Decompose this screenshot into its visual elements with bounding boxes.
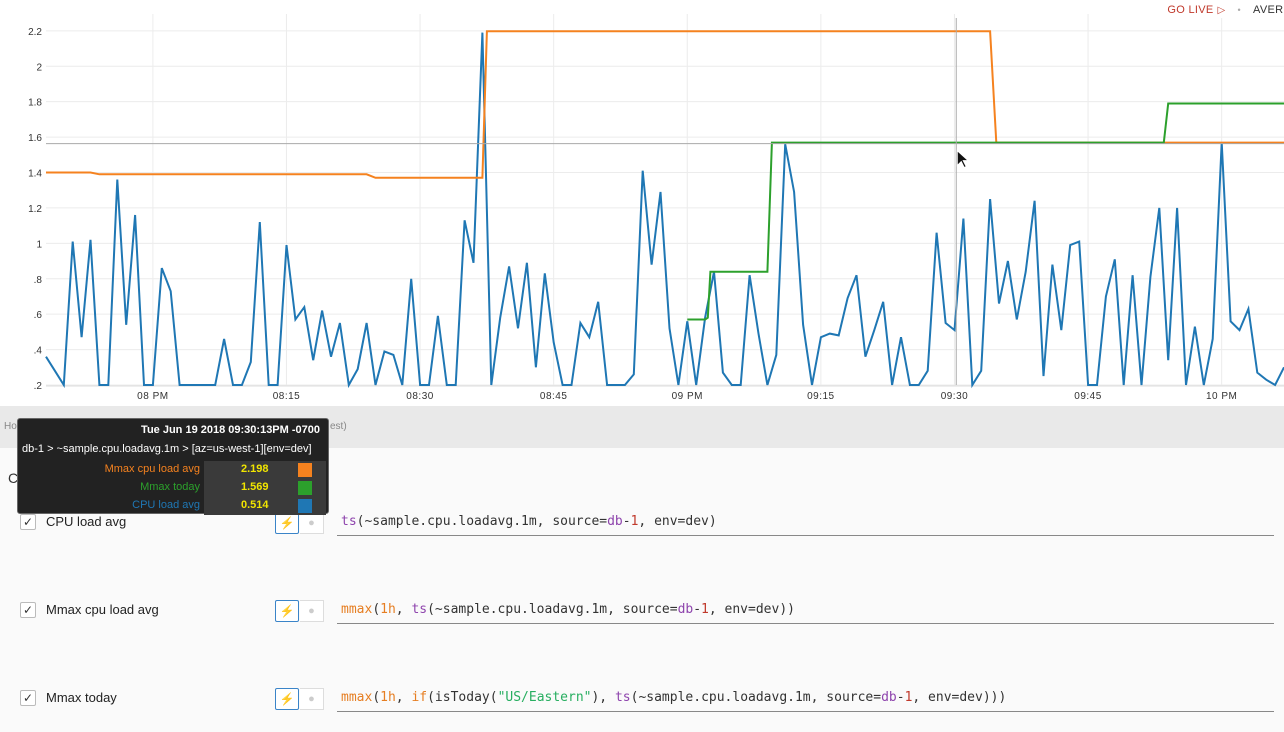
tooltip-table: Mmax cpu load avg 2.198 Mmax today 1.569… — [21, 461, 326, 515]
y-tick-label: 1 — [36, 239, 42, 250]
tooltip-row: Mmax today 1.569 — [21, 479, 326, 497]
legend-bar-right-text: est) — [330, 421, 347, 432]
tooltip-series-value: 2.198 — [241, 463, 269, 475]
query-expression-input[interactable]: ts(~sample.cpu.loadavg.1m, source=db-1, … — [337, 512, 1274, 536]
x-tick-label: 08 PM — [137, 391, 168, 402]
expression-token: (isToday( — [427, 690, 498, 705]
query-name[interactable]: Mmax today — [46, 690, 117, 705]
x-tick-label: 09:15 — [807, 391, 835, 402]
legend-bar-left-text: Ho — [4, 421, 17, 432]
bolt-icon[interactable]: ⚡ — [275, 512, 299, 534]
expression-token: 1 — [701, 602, 709, 617]
query-name[interactable]: CPU load avg — [46, 514, 126, 529]
y-tick-label: .6 — [34, 310, 43, 321]
expression-token: (~sample.cpu.loadavg.1m, source= — [630, 690, 882, 705]
y-tick-label: .8 — [34, 275, 43, 286]
tooltip-color-swatch — [298, 481, 312, 495]
x-tick-label: 10 PM — [1206, 391, 1237, 402]
y-tick-label: 1.6 — [28, 133, 42, 144]
expression-token: ), — [591, 690, 615, 705]
series-line-mmax-cpu-load-avg — [46, 30, 1284, 179]
tooltip-series-value: 1.569 — [241, 481, 269, 493]
expression-token: , — [395, 602, 412, 617]
x-tick-label: 08:45 — [540, 391, 568, 402]
y-tick-label: .4 — [34, 346, 43, 357]
go-live-label: GO LIVE — [1167, 4, 1214, 16]
expression-token: ts — [614, 690, 631, 705]
query-expression-input[interactable]: mmax(1h, if(isToday("US/Eastern"), ts(~s… — [337, 688, 1274, 712]
tooltip-series-name: CPU load avg — [132, 499, 200, 511]
y-tick-label: 2 — [36, 62, 42, 73]
expression-token: ts — [341, 514, 357, 529]
expression-token: (~sample.cpu.loadavg.1m, source= — [356, 514, 608, 529]
y-tick-label: 2.2 — [28, 27, 42, 38]
expression-token: db — [607, 514, 623, 529]
tooltip-series-name: Mmax cpu load avg — [104, 463, 200, 475]
expression-token: ( — [372, 602, 381, 617]
expression-token: - — [622, 514, 631, 529]
x-tick-label: 09 PM — [672, 391, 703, 402]
tooltip-series-name: Mmax today — [140, 481, 200, 493]
chart-area[interactable]: .2 .4 .6 .8 1 1.2 1.4 1.6 1.8 2 2.2 08 PM 08:15 08:30… — [0, 0, 1284, 406]
expression-token: , env=dev) — [638, 514, 717, 529]
x-tick-label: 09:30 — [941, 391, 969, 402]
expression-token: "US/Eastern" — [497, 690, 592, 705]
y-tick-label: .2 — [34, 381, 43, 392]
query-row: ✓ Mmax today ⚡ ● mmax(1h, if(isToday("US… — [0, 688, 1284, 728]
expression-token: , env=dev)) — [708, 602, 795, 617]
query-enabled-checkbox[interactable]: ✓ — [20, 514, 36, 530]
tooltip-timestamp: Tue Jun 19 2018 09:30:13PM -0700 — [141, 424, 320, 436]
expression-token: - — [693, 602, 702, 617]
average-button[interactable]: AVER — [1253, 4, 1284, 16]
tooltip-row: Mmax cpu load avg 2.198 — [21, 461, 326, 479]
expression-token: 1h — [380, 690, 396, 705]
settings-dot-icon[interactable]: ● — [300, 688, 324, 710]
expression-token: (~sample.cpu.loadavg.1m, source= — [427, 602, 678, 617]
query-expression-input[interactable]: mmax(1h, ts(~sample.cpu.loadavg.1m, sour… — [337, 600, 1274, 624]
query-name[interactable]: Mmax cpu load avg — [46, 602, 159, 617]
query-enabled-checkbox[interactable]: ✓ — [20, 602, 36, 618]
tooltip-series-path: db-1 > ~sample.cpu.loadavg.1m > [az=us-w… — [22, 443, 312, 455]
expression-token: ts — [411, 602, 428, 617]
y-tick-label: 1.4 — [28, 169, 42, 180]
tooltip-color-swatch — [298, 499, 312, 513]
series-line-cpu-load-avg — [45, 32, 1284, 389]
tooltip-series-value: 0.514 — [241, 499, 269, 511]
expression-token: mmax — [341, 602, 373, 617]
expression-token: ( — [372, 690, 381, 705]
chart-tooltip: Tue Jun 19 2018 09:30:13PM -0700 db-1 > … — [17, 418, 329, 515]
y-tick-label: 1.2 — [28, 204, 42, 215]
query-row: ✓ CPU load avg ⚡ ● ts(~sample.cpu.loadav… — [0, 512, 1284, 552]
tooltip-color-swatch — [298, 463, 312, 477]
bolt-icon[interactable]: ⚡ — [275, 600, 299, 622]
x-tick-label: 08:30 — [406, 391, 434, 402]
expression-token: , env=dev))) — [912, 690, 1007, 705]
expression-token: - — [896, 690, 905, 705]
settings-dot-icon[interactable]: ● — [300, 512, 324, 534]
top-controls: GO LIVE ▷ • AVER — [1167, 2, 1284, 18]
tooltip-row: CPU load avg 0.514 — [21, 497, 326, 515]
x-tick-label: 08:15 — [273, 391, 301, 402]
expression-token: db — [881, 690, 897, 705]
expression-token: mmax — [341, 690, 373, 705]
y-tick-label: 1.8 — [28, 98, 42, 109]
query-row: ✓ Mmax cpu load avg ⚡ ● mmax(1h, ts(~sam… — [0, 600, 1284, 640]
separator-dot: • — [1237, 5, 1241, 15]
expression-token: 1h — [380, 602, 396, 617]
go-live-button[interactable]: GO LIVE ▷ — [1167, 4, 1225, 16]
query-enabled-checkbox[interactable]: ✓ — [20, 690, 36, 706]
play-icon: ▷ — [1217, 4, 1226, 16]
line-chart[interactable]: .2 .4 .6 .8 1 1.2 1.4 1.6 1.8 2 2.2 08 PM 08:15 08:30… — [0, 0, 1284, 406]
x-tick-label: 09:45 — [1074, 391, 1102, 402]
bolt-icon[interactable]: ⚡ — [275, 688, 299, 710]
expression-token: if — [411, 690, 428, 705]
expression-token: db — [677, 602, 694, 617]
mouse-cursor-icon — [956, 149, 970, 169]
settings-dot-icon[interactable]: ● — [300, 600, 324, 622]
expression-token: , — [395, 690, 412, 705]
